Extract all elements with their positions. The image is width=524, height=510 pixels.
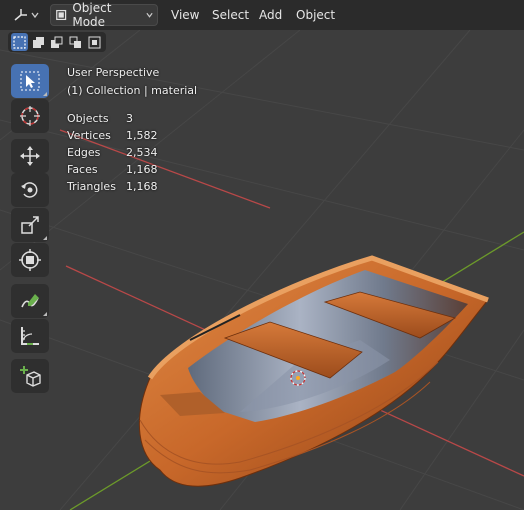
- tool-scale[interactable]: [11, 208, 49, 242]
- stat-label: Triangles: [67, 180, 116, 193]
- stat-label: Faces: [67, 163, 98, 176]
- move-icon: [20, 146, 40, 166]
- selection-mode-group: [8, 32, 106, 52]
- stat-row-faces: Faces 1,168: [67, 161, 197, 178]
- stat-label: Edges: [67, 146, 101, 159]
- stat-value: 2,534: [126, 146, 158, 159]
- chevron-down-icon: [31, 12, 39, 19]
- stat-value: 1,168: [126, 163, 158, 176]
- measure-icon: [21, 327, 39, 345]
- annotate-icon: [21, 294, 39, 308]
- stat-value: 1,168: [126, 180, 158, 193]
- select-box-icon: [20, 71, 40, 91]
- tool-cursor[interactable]: [11, 99, 49, 133]
- select-difference-icon: [69, 36, 82, 48]
- stat-row-vertices: Vertices 1,582: [67, 127, 197, 144]
- stat-value: 3: [126, 112, 133, 125]
- menu-select[interactable]: Select: [212, 4, 249, 26]
- stat-row-triangles: Triangles 1,168: [67, 178, 197, 195]
- menu-add[interactable]: Add: [259, 4, 282, 26]
- select-extend-button[interactable]: [30, 33, 47, 51]
- editor-type-button[interactable]: [8, 4, 44, 26]
- tool-measure[interactable]: [11, 319, 49, 353]
- select-subtract-button[interactable]: [49, 33, 66, 51]
- scale-icon: [21, 216, 39, 234]
- stat-value: 1,582: [126, 129, 158, 142]
- menu-view[interactable]: View: [171, 4, 199, 26]
- tool-transform[interactable]: [11, 243, 49, 277]
- view-name: User Perspective: [67, 66, 160, 79]
- select-new-icon: [13, 35, 26, 49]
- stat-row-edges: Edges 2,534: [67, 144, 197, 161]
- rotate-icon: [21, 182, 38, 198]
- select-extend-icon: [32, 36, 44, 48]
- menu-object[interactable]: Object: [296, 4, 335, 26]
- cursor-icon: [20, 106, 40, 126]
- viewport-info-overlay: User Perspective (1) Collection | materi…: [67, 64, 197, 195]
- tool-annotate[interactable]: [11, 284, 49, 318]
- mode-label: Object Mode: [72, 1, 112, 29]
- tool-select-box[interactable]: [11, 64, 49, 98]
- mode-select[interactable]: Object Mode: [50, 1, 158, 29]
- collection-info: (1) Collection | material: [67, 84, 198, 97]
- object-mode-icon: [56, 9, 67, 21]
- tool-move[interactable]: [11, 139, 49, 173]
- select-new-button[interactable]: [11, 33, 28, 51]
- select-subtract-icon: [51, 36, 63, 48]
- viewport-header: Object Mode View Select Add Object: [0, 0, 524, 30]
- select-difference-button[interactable]: [67, 33, 84, 51]
- stat-label: Vertices: [67, 129, 111, 142]
- select-intersect-icon: [88, 36, 101, 48]
- transform-icon: [19, 249, 41, 271]
- tool-add-cube[interactable]: [11, 359, 49, 393]
- stat-label: Objects: [67, 112, 109, 125]
- tool-rotate[interactable]: [11, 173, 49, 207]
- axis-gizmo-icon: [14, 9, 27, 21]
- chevron-down-icon: [146, 12, 153, 18]
- add-cube-icon: [20, 366, 41, 387]
- stat-row-objects: Objects 3: [67, 110, 197, 127]
- select-intersect-button[interactable]: [86, 33, 103, 51]
